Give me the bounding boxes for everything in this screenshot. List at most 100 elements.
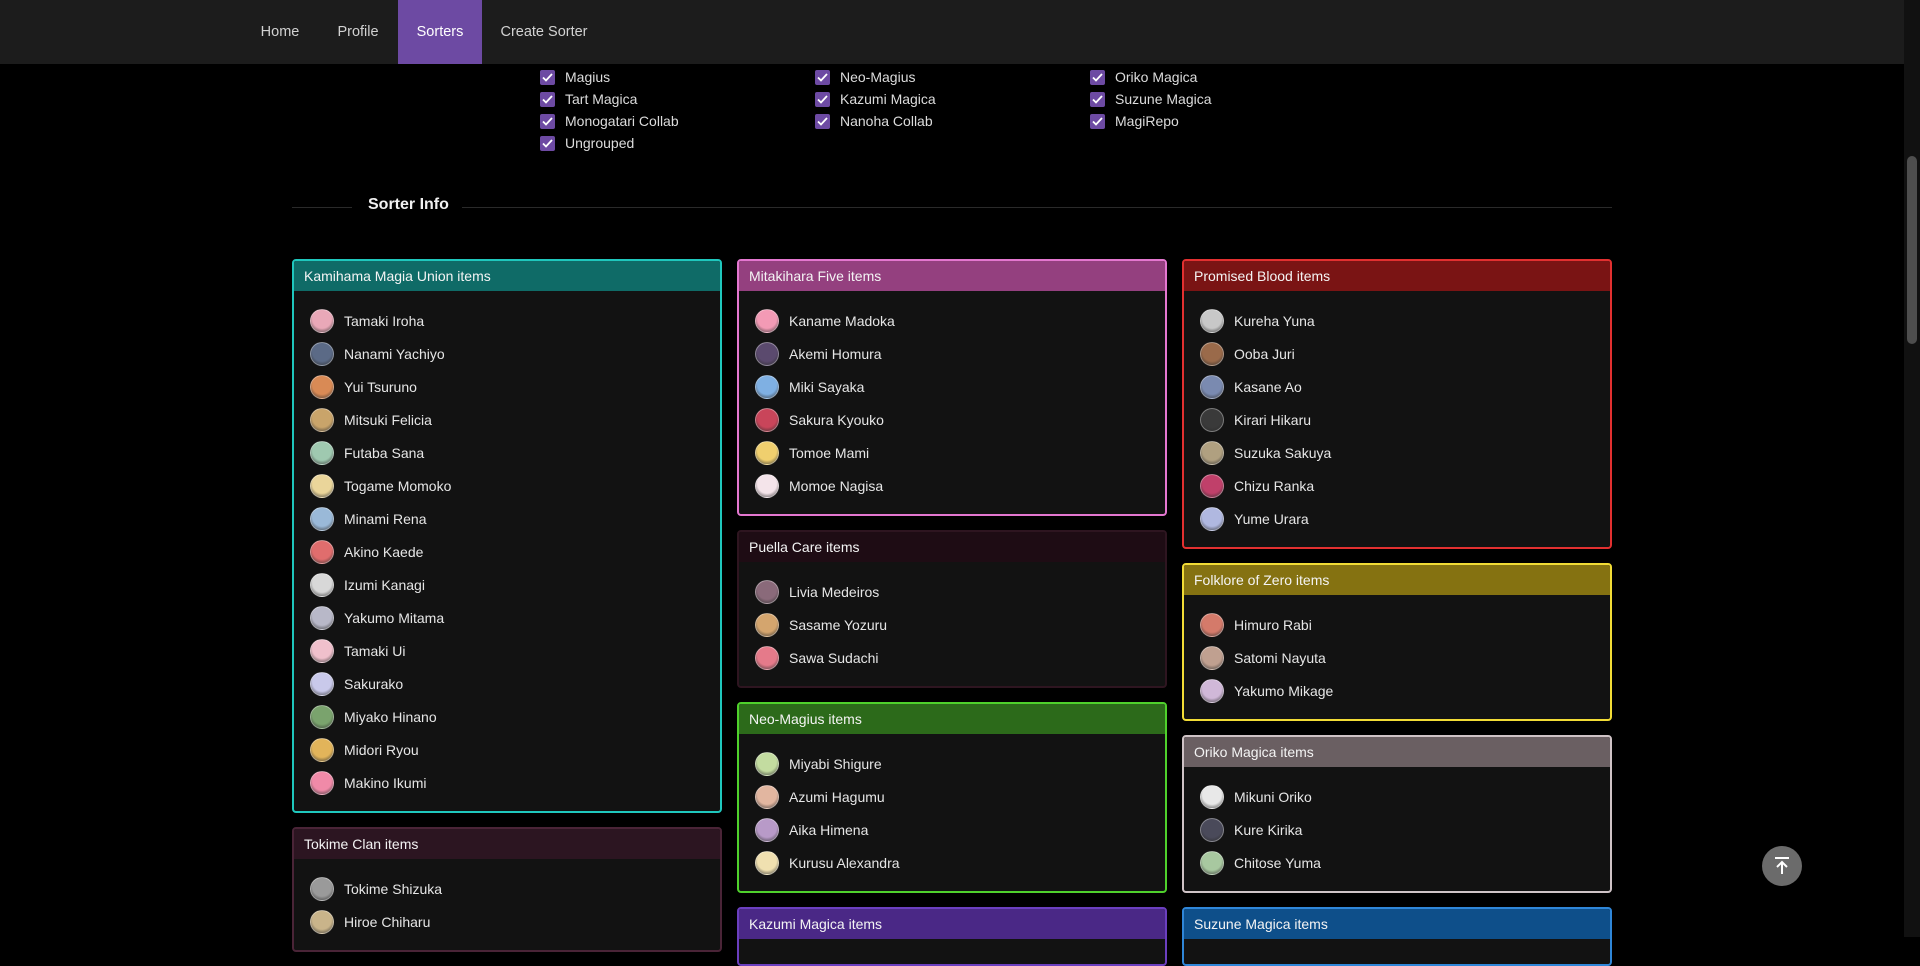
member-name: Satomi Nayuta [1234, 649, 1326, 666]
member-name: Togame Momoko [344, 477, 452, 494]
member-name: Kirari Hikaru [1234, 411, 1312, 428]
group-checkbox[interactable]: MagiRepo [1090, 112, 1179, 130]
nav-profile[interactable]: Profile [330, 0, 386, 64]
character-avatar [755, 341, 779, 366]
nav-sorters[interactable]: Sorters [398, 0, 482, 64]
member-name: Sawa Sudachi [789, 649, 879, 666]
checkmark-icon[interactable] [1090, 113, 1105, 129]
member-name: Momoe Nagisa [789, 477, 884, 494]
member-item: Midori Ryou [294, 733, 720, 766]
card-member-list: Tokime Shizuka Hiroe Chiharu [294, 859, 720, 938]
member-name: Mitsuki Felicia [344, 411, 432, 428]
group-checkbox[interactable]: Ungrouped [540, 134, 634, 152]
group-checkbox[interactable]: Oriko Magica [1090, 68, 1197, 86]
nav-home[interactable]: Home [248, 0, 312, 64]
member-name: Midori Ryou [344, 741, 419, 758]
group-checkbox[interactable]: Neo-Magius [815, 68, 915, 86]
character-avatar [310, 341, 334, 366]
checkmark-icon[interactable] [540, 113, 555, 129]
member-item: Hiroe Chiharu [294, 905, 720, 938]
group-checkbox[interactable]: Kazumi Magica [815, 90, 936, 108]
checkmark-icon[interactable] [1090, 69, 1105, 85]
character-avatar [755, 817, 779, 842]
character-avatar [310, 605, 334, 630]
member-item: Nanami Yachiyo [294, 337, 720, 370]
group-checkbox-label: Kazumi Magica [840, 91, 936, 107]
character-avatar [755, 850, 779, 875]
member-name: Kure Kirika [1234, 821, 1303, 838]
checkmark-icon[interactable] [815, 69, 830, 85]
card-member-list: Kureha Yuna Ooba Juri Kasane Ao Kirari Hika… [1184, 291, 1610, 535]
member-item: Momoe Nagisa [739, 469, 1165, 502]
checkmark-icon[interactable] [1090, 91, 1105, 107]
member-name: Chizu Ranka [1234, 477, 1315, 494]
member-item: Izumi Kanagi [294, 568, 720, 601]
character-avatar [755, 308, 779, 333]
checkmark-icon[interactable] [815, 91, 830, 107]
member-name: Nanami Yachiyo [344, 345, 445, 362]
member-item: Yakumo Mikage [1184, 674, 1610, 707]
member-item: Sasame Yozuru [739, 608, 1165, 641]
member-item: Miki Sayaka [739, 370, 1165, 403]
member-item: Akemi Homura [739, 337, 1165, 370]
character-avatar [310, 737, 334, 762]
card-member-list: Tamaki Iroha Nanami Yachiyo Yui Tsuruno Mit… [294, 291, 720, 799]
character-avatar [755, 784, 779, 809]
card-member-list: Mikuni Oriko Kure Kirika Chitose Yuma [1184, 767, 1610, 879]
card-member-list: Kaname Madoka Akemi Homura Miki Sayaka Saku… [739, 291, 1165, 502]
member-item: Kirari Hikaru [1184, 403, 1610, 436]
character-avatar [310, 539, 334, 564]
sorter-info-heading: Sorter Info [368, 196, 449, 213]
character-avatar [310, 440, 334, 465]
checkmark-icon[interactable] [540, 135, 555, 151]
character-avatar [310, 407, 334, 432]
card-title: Suzune Magica items [1184, 909, 1610, 939]
character-avatar [310, 506, 334, 531]
member-name: Tamaki Ui [344, 642, 406, 659]
member-item: Tokime Shizuka [294, 872, 720, 905]
group-checkbox-label: Ungrouped [565, 135, 635, 151]
divider-line-left [292, 207, 352, 208]
scroll-to-top-button[interactable] [1762, 846, 1802, 886]
group-card: Oriko Magica items Mikuni Oriko Kure Kirik… [1182, 735, 1612, 893]
top-navbar: Home Profile Sorters Create Sorter [0, 0, 1904, 64]
group-checkbox[interactable]: Nanoha Collab [815, 112, 933, 130]
checkmark-icon[interactable] [540, 69, 555, 85]
member-item: Suzuka Sakuya [1184, 436, 1610, 469]
member-name: Mikuni Oriko [1234, 788, 1312, 805]
character-avatar [1200, 784, 1224, 809]
member-name: Akemi Homura [789, 345, 882, 362]
character-avatar [1200, 678, 1224, 703]
card-member-list [739, 939, 1165, 952]
card-title: Kamihama Magia Union items [294, 261, 720, 291]
card-title: Oriko Magica items [1184, 737, 1610, 767]
page-scrollbar[interactable] [1904, 0, 1920, 937]
group-checkbox-label: Tart Magica [565, 91, 638, 107]
member-item: Sakura Kyouko [739, 403, 1165, 436]
card-title: Kazumi Magica items [739, 909, 1165, 939]
scrollbar-thumb[interactable] [1907, 156, 1917, 344]
checkmark-icon[interactable] [540, 91, 555, 107]
member-item: Makino Ikumi [294, 766, 720, 799]
group-checkbox-label: Nanoha Collab [840, 113, 933, 129]
member-name: Tamaki Iroha [344, 312, 425, 329]
member-name: Makino Ikumi [344, 774, 427, 791]
member-name: Himuro Rabi [1234, 616, 1312, 633]
character-avatar [755, 374, 779, 399]
nav-create-sorter[interactable]: Create Sorter [494, 0, 594, 64]
group-checkbox[interactable]: Magius [540, 68, 610, 86]
member-item: Mitsuki Felicia [294, 403, 720, 436]
group-checkbox[interactable]: Monogatari Collab [540, 112, 679, 130]
member-name: Miyako Hinano [344, 708, 437, 725]
character-avatar [1200, 374, 1224, 399]
member-name: Kureha Yuna [1234, 312, 1315, 329]
group-card: Mitakihara Five items Kaname Madoka Akemi … [737, 259, 1167, 516]
member-item: Akino Kaede [294, 535, 720, 568]
group-checkbox[interactable]: Suzune Magica [1090, 90, 1212, 108]
checkmark-icon[interactable] [815, 113, 830, 129]
member-item: Ooba Juri [1184, 337, 1610, 370]
group-checkbox[interactable]: Tart Magica [540, 90, 637, 108]
member-item: Kureha Yuna [1184, 304, 1610, 337]
member-item: Azumi Hagumu [739, 780, 1165, 813]
member-name: Livia Medeiros [789, 583, 880, 600]
